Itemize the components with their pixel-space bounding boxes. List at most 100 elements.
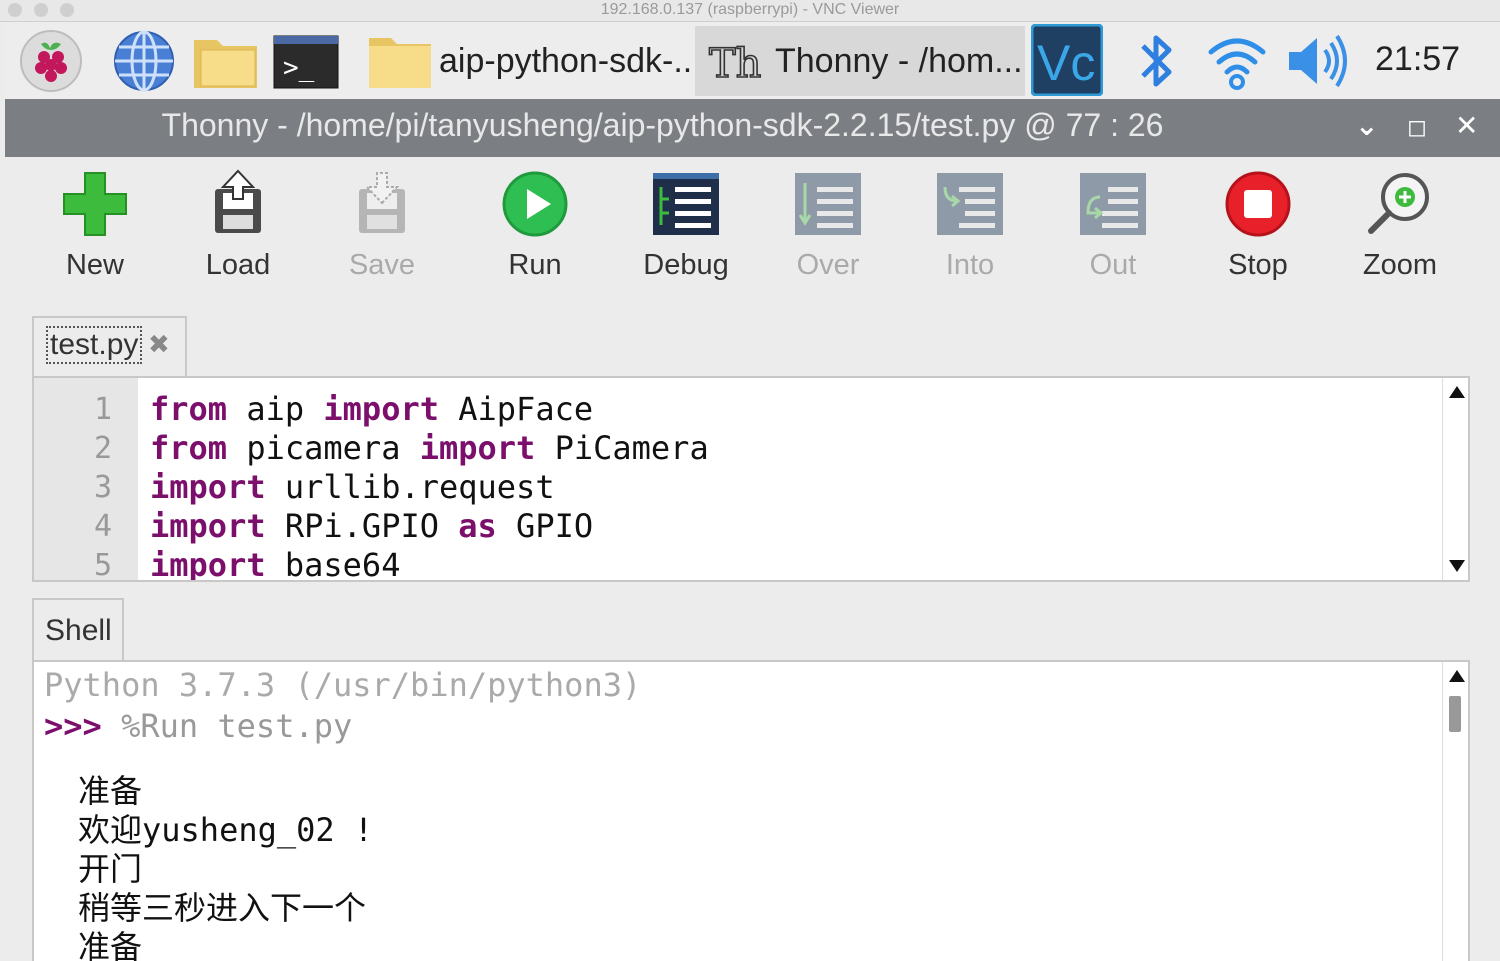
new-label: New: [65, 249, 124, 281]
zoom-label: Zoom: [1362, 249, 1438, 281]
step-into-icon: [937, 173, 1003, 235]
run-icon: [502, 171, 568, 237]
line-number-gutter: 1 2 3 4 5: [34, 378, 138, 580]
step-into-button[interactable]: Into: [905, 169, 1035, 282]
shell-scrollbar[interactable]: [1442, 662, 1468, 961]
step-into-label: Into: [945, 249, 995, 281]
keyword: import: [323, 390, 439, 428]
line-number: 2: [93, 431, 112, 466]
close-tab-icon[interactable]: ✖: [148, 330, 170, 360]
line-number: 4: [93, 509, 112, 544]
code-text: urllib.request: [265, 468, 555, 506]
step-out-button[interactable]: Out: [1048, 169, 1178, 282]
shell-output-line: 准备: [78, 928, 143, 961]
new-icon: [63, 172, 127, 236]
debug-label: Debug: [643, 249, 729, 281]
web-browser-icon[interactable]: [109, 30, 179, 92]
vnc-icon[interactable]: Vc: [1030, 23, 1104, 97]
minimize-icon[interactable]: ⌄: [1355, 109, 1378, 142]
load-icon: [215, 169, 261, 233]
task-label: aip-python-sdk-...: [439, 41, 693, 80]
zoom-button[interactable]: Zoom: [1335, 169, 1465, 282]
code-text: aip: [227, 390, 324, 428]
keyword: import: [150, 507, 266, 545]
keyword: from: [150, 390, 228, 428]
shell-command-line: >>> %Run test.py: [44, 707, 352, 745]
tab-label: Shell: [45, 614, 112, 647]
zoom-icon: [1368, 173, 1429, 234]
code-line[interactable]: import RPi.GPIO as GPIO: [150, 507, 593, 545]
file-manager-icon[interactable]: [191, 30, 261, 92]
scroll-up-icon[interactable]: [1449, 386, 1465, 398]
line-number: 1: [93, 392, 112, 427]
taskbar: >_ aip-python-sdk-... Th Thonny - /hom..…: [5, 22, 1500, 99]
raspberry-menu-icon[interactable]: [17, 30, 85, 92]
save-icon: [359, 172, 405, 233]
step-over-icon: [795, 173, 861, 235]
stop-label: Stop: [1228, 249, 1288, 281]
stop-icon: [1225, 171, 1291, 237]
bluetooth-icon[interactable]: [1135, 30, 1179, 92]
terminal-icon[interactable]: >_: [273, 30, 339, 92]
maximize-icon[interactable]: ◻: [1407, 113, 1427, 141]
line-number: 3: [93, 470, 112, 505]
step-out-icon: [1080, 173, 1146, 235]
thonny-icon: Th: [708, 40, 762, 88]
editor-scrollbar[interactable]: [1442, 378, 1468, 580]
step-over-button[interactable]: Over: [763, 169, 893, 282]
close-icon[interactable]: ✕: [1455, 109, 1478, 142]
run-label: Run: [508, 249, 562, 281]
debug-icon: [653, 173, 719, 235]
code-text: RPi.GPIO: [265, 507, 459, 545]
toolbar: New Load Save Run Debug Over Into Out St…: [5, 157, 1500, 307]
step-out-label: Out: [1089, 249, 1137, 281]
code-editor[interactable]: 1 2 3 4 5 from aip import AipFace from p…: [32, 376, 1470, 582]
code-text: AipFace: [438, 390, 594, 428]
shell-command: %Run test.py: [121, 707, 353, 745]
stop-button[interactable]: Stop: [1193, 169, 1323, 282]
volume-icon[interactable]: [1285, 30, 1351, 92]
new-button[interactable]: New: [30, 169, 160, 282]
run-button[interactable]: Run: [470, 169, 600, 282]
task-label: Thonny - /hom...: [775, 41, 1023, 80]
keyword: from: [150, 429, 228, 467]
wifi-icon[interactable]: [1205, 30, 1269, 92]
code-text: PiCamera: [535, 429, 709, 467]
save-button[interactable]: Save: [317, 169, 447, 282]
svg-text:>_: >_: [283, 53, 315, 83]
code-text: GPIO: [496, 507, 594, 545]
scroll-up-icon[interactable]: [1449, 670, 1465, 682]
task-thonny[interactable]: Th Thonny - /hom...: [695, 26, 1025, 96]
scrollbar-thumb[interactable]: [1449, 696, 1461, 732]
shell-banner: Python 3.7.3 (/usr/bin/python3): [44, 666, 642, 704]
code-line[interactable]: import base64: [150, 546, 400, 582]
scroll-down-icon[interactable]: [1449, 560, 1465, 572]
clock[interactable]: 21:57: [1375, 40, 1460, 79]
tab-label: test.py: [46, 326, 143, 364]
code-line[interactable]: import urllib.request: [150, 468, 555, 506]
keyword: import: [150, 546, 266, 582]
step-over-label: Over: [796, 249, 860, 281]
keyword: as: [458, 507, 497, 545]
svg-text:Th: Th: [709, 41, 761, 87]
task-file-manager[interactable]: aip-python-sdk-...: [363, 26, 693, 96]
keyword: import: [150, 468, 266, 506]
tab-test-py[interactable]: test.py ✖: [32, 316, 187, 378]
folder-icon: [369, 38, 431, 88]
vnc-title: 192.168.0.137 (raspberrypi) - VNC Viewer: [600, 1, 900, 18]
svg-text:Vc: Vc: [1037, 35, 1095, 91]
code-line[interactable]: from picamera import PiCamera: [150, 429, 709, 467]
code-line[interactable]: from aip import AipFace: [150, 390, 593, 428]
window-title-bar[interactable]: Thonny - /home/pi/tanyusheng/aip-python-…: [5, 99, 1500, 157]
window-title: Thonny - /home/pi/tanyusheng/aip-python-…: [161, 107, 1164, 143]
debug-button[interactable]: Debug: [621, 169, 751, 282]
load-label: Load: [205, 249, 271, 281]
shell-prompt: >>>: [44, 707, 102, 745]
code-text: picamera: [227, 429, 420, 467]
vnc-title-bar: 192.168.0.137 (raspberrypi) - VNC Viewer: [0, 0, 1500, 22]
save-label: Save: [348, 249, 416, 281]
shell-panel[interactable]: Python 3.7.3 (/usr/bin/python3) >>> %Run…: [32, 660, 1470, 961]
line-number: 5: [93, 548, 112, 582]
load-button[interactable]: Load: [173, 169, 303, 282]
tab-shell[interactable]: Shell: [32, 598, 124, 662]
